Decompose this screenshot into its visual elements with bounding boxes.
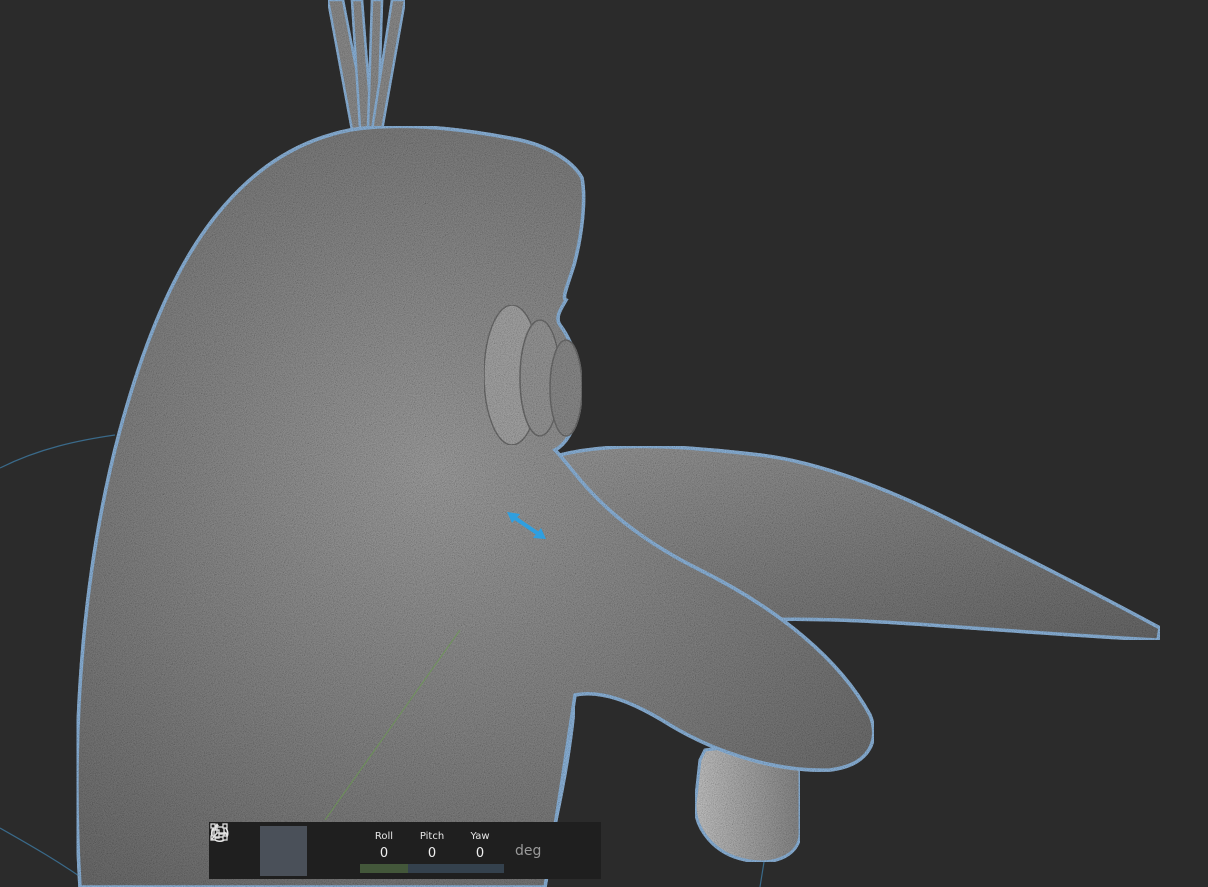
eye-lenses xyxy=(483,304,583,446)
pitch-input[interactable]: 0 xyxy=(408,843,456,873)
model-scene[interactable] xyxy=(0,0,1208,887)
yaw-label: Yaw xyxy=(470,830,490,842)
yaw-input[interactable]: 0 xyxy=(456,843,504,873)
roll-field: Roll 0 xyxy=(360,826,408,876)
roll-label: Roll xyxy=(374,830,394,842)
3d-viewport[interactable]: Roll 0 Pitch 0 Yaw 0 deg xyxy=(0,0,1208,887)
unit-label: deg xyxy=(515,842,542,859)
transform-toolbar: Roll 0 Pitch 0 Yaw 0 deg xyxy=(209,822,601,879)
rotation-fields: Roll 0 Pitch 0 Yaw 0 xyxy=(360,826,504,876)
axis-icon xyxy=(211,823,227,841)
yaw-field: Yaw 0 xyxy=(456,826,504,876)
scale-tool-button[interactable] xyxy=(210,823,354,876)
rotation-guide-line xyxy=(759,861,765,887)
roll-input[interactable]: 0 xyxy=(360,843,408,873)
rotation-guide-arc xyxy=(0,434,116,469)
axis-space-button[interactable] xyxy=(211,823,590,876)
pitch-field: Pitch 0 xyxy=(408,826,456,876)
pitch-label: Pitch xyxy=(419,830,445,842)
rotate-tool-button[interactable] xyxy=(210,823,307,876)
antenna xyxy=(326,0,407,132)
